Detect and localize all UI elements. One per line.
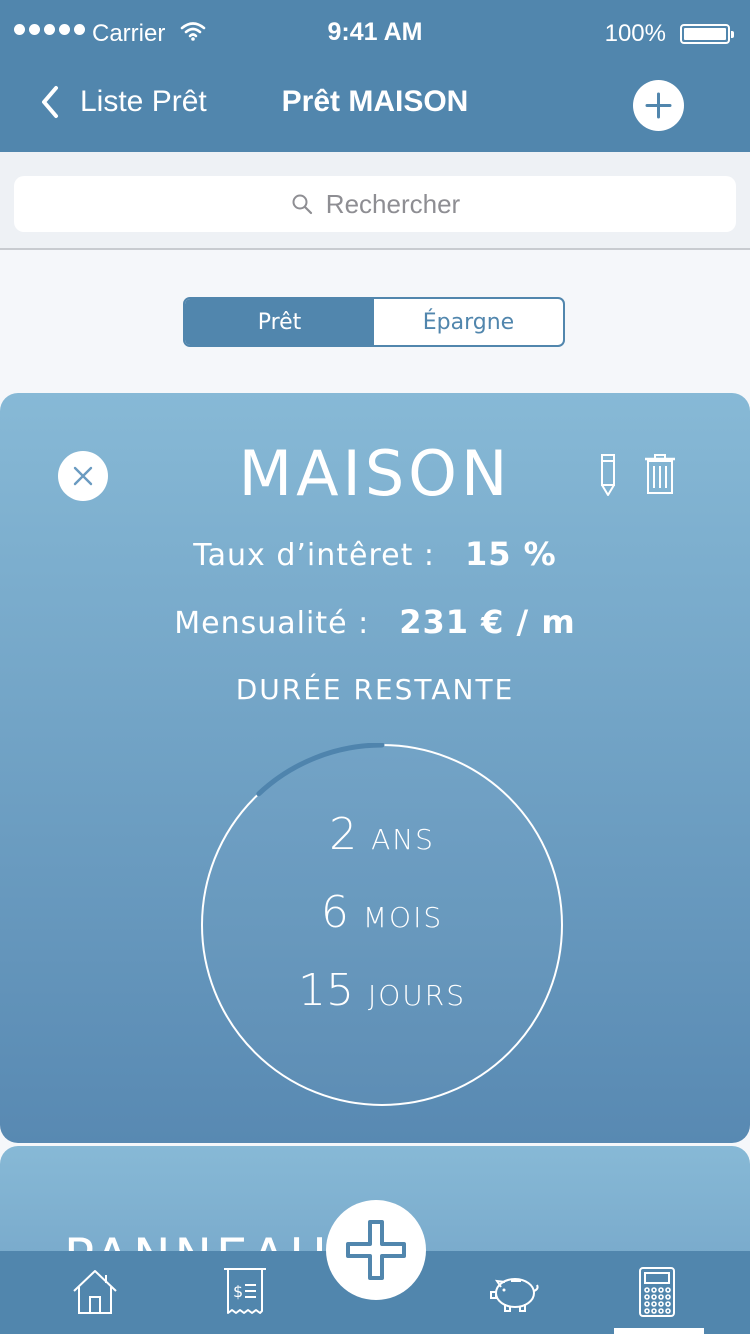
bill-icon: $ [224, 1268, 266, 1314]
svg-text:$: $ [233, 1282, 243, 1301]
status-bar: Carrier 9:41 AM 100% [0, 18, 750, 50]
remaining-duration-label: DURÉE RESTANTE [235, 673, 515, 706]
monthly-payment-row: Mensualité : 231 € / m [0, 603, 750, 641]
segment-pret[interactable]: Prêt [185, 299, 374, 345]
interest-rate-label: Taux d’intêret : [193, 538, 435, 573]
days-value: 15 [297, 965, 354, 1016]
remaining-days: 15 JOURS [200, 965, 564, 1016]
search-icon [292, 194, 312, 215]
interest-rate-value: 15 % [465, 535, 557, 573]
plus-icon [346, 1220, 406, 1280]
battery-icon [680, 24, 734, 44]
remaining-months: 6 MOIS [200, 887, 564, 938]
interest-rate-row: Taux d’intêret : 15 % [0, 535, 750, 573]
days-unit: JOURS [367, 979, 467, 1012]
months-value: 6 [320, 887, 349, 938]
search-bar: Rechercher [0, 152, 750, 250]
loan-card[interactable]: MAISON Taux d’intêret : 15 % Mensualité … [0, 393, 750, 1143]
monthly-payment-label: Mensualité : [174, 606, 370, 641]
back-button[interactable]: Liste Prêt [36, 82, 207, 122]
plus-icon [645, 92, 672, 119]
tab-calculator[interactable] [630, 1265, 684, 1319]
navigation-bar: Carrier 9:41 AM 100% Liste Prêt Prêt MAI… [0, 0, 750, 152]
remaining-years: 2 ANS [200, 809, 564, 860]
years-unit: ANS [371, 823, 435, 856]
tab-bills[interactable]: $ [218, 1265, 272, 1319]
chevron-left-icon [42, 86, 58, 118]
add-button[interactable] [633, 80, 684, 131]
years-value: 2 [329, 809, 358, 860]
pencil-icon[interactable] [596, 453, 620, 497]
calculator-icon [639, 1267, 675, 1317]
loan-savings-segmented-control: Prêt Épargne [183, 297, 565, 347]
piggy-bank-icon [490, 1278, 539, 1312]
monthly-payment-value: 231 € / m [399, 603, 576, 641]
search-input[interactable]: Rechercher [14, 176, 736, 232]
home-icon [73, 1270, 117, 1314]
search-placeholder: Rechercher [325, 188, 461, 219]
loan-name: MAISON [238, 437, 512, 510]
tab-savings[interactable] [487, 1265, 541, 1319]
trash-icon[interactable] [643, 453, 677, 495]
tab-home[interactable] [68, 1265, 122, 1319]
segment-epargne[interactable]: Épargne [374, 299, 563, 345]
months-unit: MOIS [362, 901, 444, 934]
tab-selected-indicator [614, 1328, 704, 1334]
floating-add-button[interactable] [326, 1200, 426, 1300]
battery-percentage: 100% [604, 20, 666, 47]
back-button-label: Liste Prêt [80, 85, 207, 118]
